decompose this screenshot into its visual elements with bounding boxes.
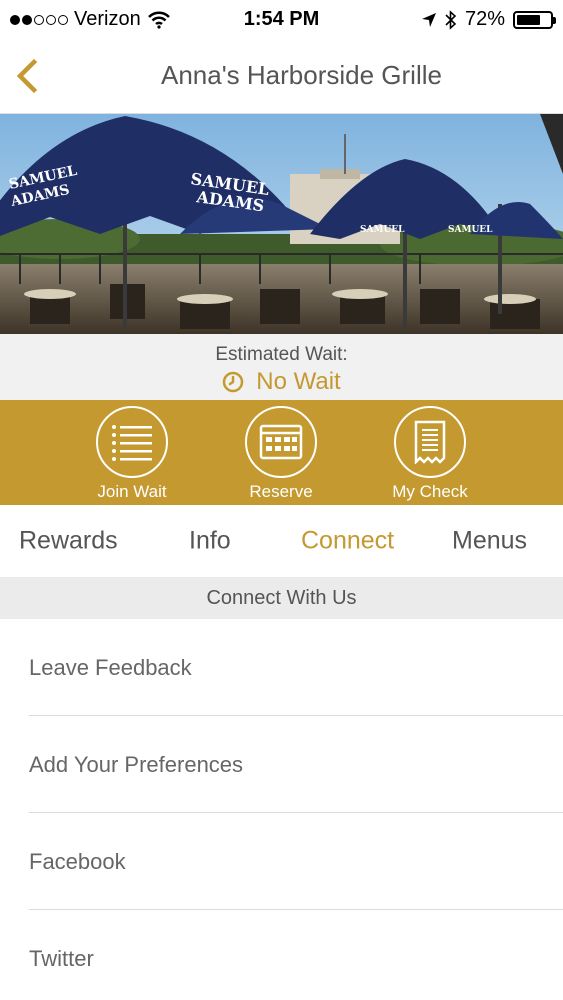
tab-info[interactable]: Info <box>189 527 231 556</box>
my-check-circle <box>394 406 466 478</box>
reserve-label: Reserve <box>249 482 313 501</box>
list-icon <box>112 425 152 461</box>
leave-feedback-item[interactable]: Leave Feedback <box>0 619 563 716</box>
join-wait-label: Join Wait <box>97 482 167 501</box>
action-bar: Join Wait Reserve My Check <box>0 400 563 505</box>
calendar-icon <box>259 424 303 460</box>
list-item-label: Facebook <box>29 848 126 874</box>
estimated-wait-value-row: No Wait <box>0 368 563 396</box>
battery-percent: 72% <box>464 8 505 30</box>
my-check-button[interactable]: My Check <box>360 406 500 502</box>
status-bar: Verizon 1:54 PM 72% <box>0 0 563 40</box>
bluetooth-icon <box>445 9 457 30</box>
umbrella-logo-text-5: SAMUEL <box>360 225 405 235</box>
facebook-item[interactable]: Facebook <box>0 813 563 910</box>
estimated-wait-value: No Wait <box>256 368 341 395</box>
battery-icon <box>513 10 556 29</box>
my-check-label: My Check <box>392 482 468 501</box>
navigation-bar: Anna's Harborside Grille <box>0 40 563 114</box>
reserve-button[interactable]: Reserve <box>211 406 351 502</box>
twitter-item[interactable]: Twitter <box>0 910 563 1000</box>
estimated-wait-banner: Estimated Wait: No Wait <box>0 334 563 400</box>
connect-options-list: Leave Feedback Add Your Preferences Face… <box>0 619 563 1000</box>
estimated-wait-label: Estimated Wait: <box>215 344 348 365</box>
tab-bar: Rewards Info Connect Menus <box>0 505 563 577</box>
list-item-label: Twitter <box>29 945 94 971</box>
join-wait-button[interactable]: Join Wait <box>62 406 202 502</box>
receipt-icon <box>414 420 446 464</box>
join-wait-circle <box>96 406 168 478</box>
status-right-group: 72% <box>421 8 556 31</box>
add-preferences-item[interactable]: Add Your Preferences <box>0 716 563 813</box>
page-title: Anna's Harborside Grille <box>161 60 442 90</box>
reserve-circle <box>245 406 317 478</box>
list-item-label: Add Your Preferences <box>29 751 244 777</box>
location-arrow-icon <box>421 12 436 27</box>
restaurant-hero-image: SAMUEL ADAMS SAMUEL ADAMS SAMUEL SAMUEL <box>0 114 563 334</box>
back-button[interactable] <box>12 56 46 96</box>
list-item-label: Leave Feedback <box>29 654 192 680</box>
section-header: Connect With Us <box>0 577 563 619</box>
tab-rewards[interactable]: Rewards <box>19 527 118 556</box>
tab-connect[interactable]: Connect <box>301 527 394 556</box>
chevron-left-icon <box>16 58 38 94</box>
umbrella-logo-text-6: SAMUEL <box>448 225 493 235</box>
tab-menus[interactable]: Menus <box>452 527 527 556</box>
clock-icon <box>223 371 244 393</box>
